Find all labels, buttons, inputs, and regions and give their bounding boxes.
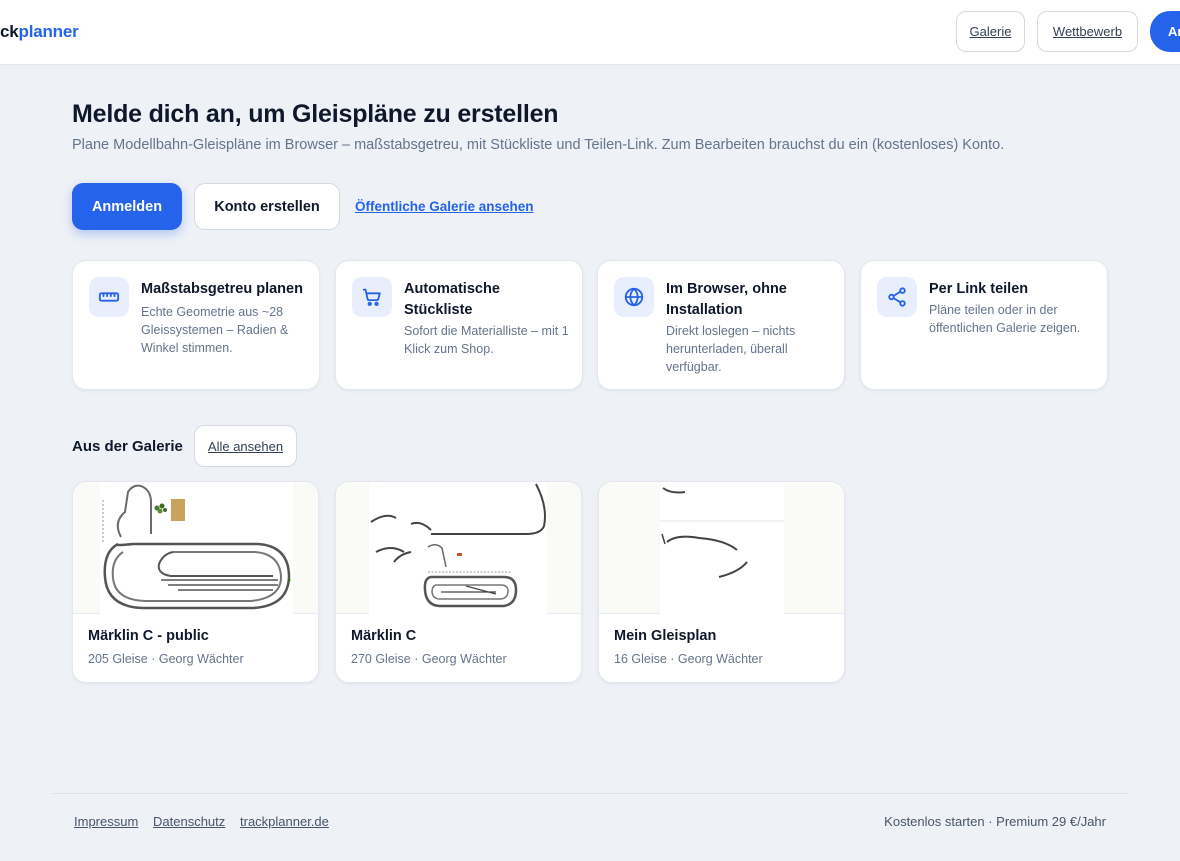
footer-datenschutz-link[interactable]: Datenschutz [153, 814, 225, 829]
cart-icon [352, 277, 392, 317]
logo-part2: planner [18, 22, 79, 41]
gallery-card-meta: 205 Gleise · Georg Wächter [88, 652, 244, 666]
footer-pricing: Kostenlos starten · Premium 29 €/Jahr [884, 814, 1106, 829]
gallery-title: Aus der Galerie [72, 438, 183, 455]
public-gallery-link[interactable]: Öffentliche Galerie ansehen [355, 199, 534, 214]
footer-impressum-link[interactable]: Impressum [74, 814, 138, 829]
gallery-card[interactable]: Märklin C - public 205 Gleise · Georg Wä… [72, 481, 319, 683]
feature-desc: Sofort die Materialliste – mit 1 Klick z… [404, 324, 569, 356]
page-title: Melde dich an, um Gleispläne zu erstelle… [72, 100, 559, 128]
feature-desc: Direkt loslegen – nichts herunterladen, … [666, 324, 796, 374]
login-button[interactable]: Anmelden [72, 183, 182, 230]
layout-thumbnail [599, 482, 844, 614]
feature-card-scale: Maßstabsgetreu planen Echte Geometrie au… [72, 260, 320, 390]
ruler-icon [89, 277, 129, 317]
feature-desc: Pläne teilen oder in der öffentlichen Ga… [929, 303, 1081, 335]
gallery-all-button[interactable]: Alle ansehen [194, 425, 297, 467]
layout-thumbnail [73, 482, 318, 614]
feature-title: Im Browser, ohne Installation [666, 281, 787, 318]
layout-thumbnail [336, 482, 581, 614]
footer-divider [52, 793, 1128, 794]
feature-title: Per Link teilen [929, 281, 1029, 297]
gallery-card[interactable]: Märklin C 270 Gleise · Georg Wächter [335, 481, 582, 683]
page-subtitle: Plane Modellbahn-Gleispläne im Browser –… [72, 137, 1005, 153]
share-icon [877, 277, 917, 317]
feature-title: Automatische Stückliste [404, 281, 500, 318]
feature-desc: Echte Geometrie aus ~28 Gleissystemen – … [141, 305, 289, 355]
footer-site-link[interactable]: trackplanner.de [240, 814, 329, 829]
nav-login-button[interactable]: Anmelden [1150, 11, 1180, 52]
register-button[interactable]: Konto erstellen [194, 183, 340, 230]
gallery-card-meta: 16 Gleise · Georg Wächter [614, 652, 763, 666]
feature-card-browser: Im Browser, ohne Installation Direkt los… [597, 260, 845, 390]
nav-wettbewerb-button[interactable]: Wettbewerb [1037, 11, 1138, 52]
gallery-card-name: Märklin C - public [88, 628, 209, 644]
gallery-card-name: Mein Gleisplan [614, 628, 717, 644]
globe-icon [614, 277, 654, 317]
feature-card-share: Per Link teilen Pläne teilen oder in der… [860, 260, 1108, 390]
gallery-card[interactable]: Mein Gleisplan 16 Gleise · Georg Wächter [598, 481, 845, 683]
gallery-card-name: Märklin C [351, 628, 417, 644]
top-header: ckplanner Galerie Wettbewerb Anmelden [0, 0, 1180, 65]
feature-card-parts-list: Automatische Stückliste Sofort die Mater… [335, 260, 583, 390]
logo[interactable]: ckplanner [0, 22, 79, 42]
logo-part1: ck [0, 22, 19, 41]
gallery-card-meta: 270 Gleise · Georg Wächter [351, 652, 507, 666]
feature-title: Maßstabsgetreu planen [141, 281, 303, 297]
nav-galerie-button[interactable]: Galerie [956, 11, 1025, 52]
